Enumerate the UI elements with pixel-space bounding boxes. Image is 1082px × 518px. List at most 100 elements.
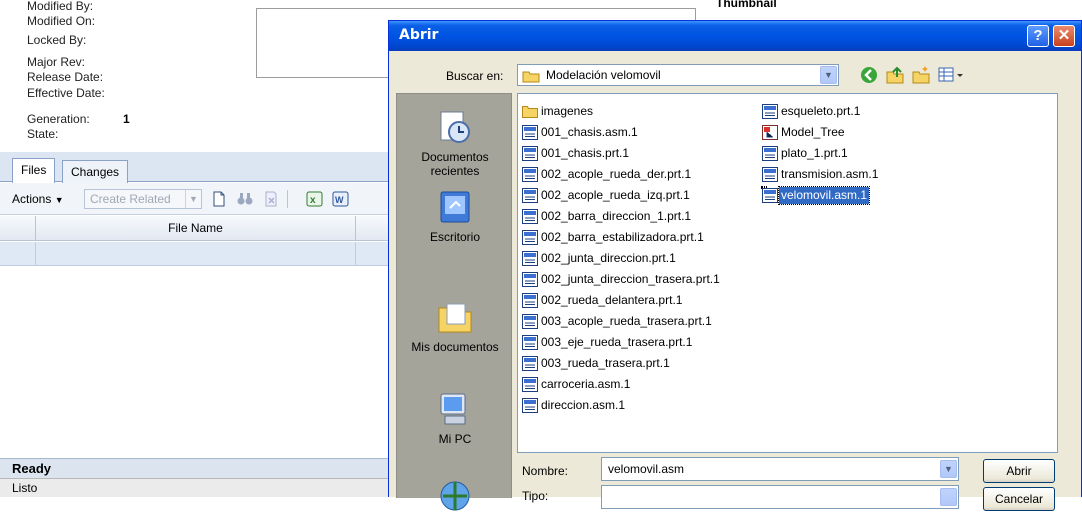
list-item[interactable]: plato_1.prt.1 bbox=[762, 144, 848, 163]
new-file-icon[interactable] bbox=[210, 190, 228, 208]
file-name: imagenes bbox=[541, 104, 594, 118]
binoculars-icon[interactable] bbox=[236, 190, 254, 208]
list-item[interactable]: 003_eje_rueda_trasera.prt.1 bbox=[522, 333, 692, 352]
svg-text:W: W bbox=[335, 195, 344, 205]
file-type-dropdown[interactable] bbox=[601, 485, 959, 509]
generation-value: 1 bbox=[123, 112, 130, 126]
folder-icon bbox=[522, 71, 540, 83]
place-my-computer[interactable]: Mi PC bbox=[397, 390, 513, 446]
look-in-value: Modelación velomovil bbox=[546, 68, 661, 82]
modified-on-label: Modified On: bbox=[27, 14, 96, 28]
actions-menu-button[interactable]: Actions ▼ bbox=[12, 192, 64, 206]
create-related-dropdown[interactable]: Create Related ▼ bbox=[84, 189, 202, 209]
release-date-label: Release Date: bbox=[27, 70, 104, 84]
up-folder-icon[interactable] bbox=[885, 65, 905, 85]
file-name: 001_chasis.prt.1 bbox=[541, 146, 630, 160]
word-icon[interactable]: W bbox=[332, 190, 350, 208]
list-item-selected[interactable]: velomovil.asm.1 bbox=[762, 186, 871, 205]
list-item[interactable]: 002_junta_direccion.prt.1 bbox=[522, 249, 676, 268]
actions-label: Actions bbox=[12, 192, 52, 206]
desktop-icon bbox=[440, 191, 470, 223]
back-icon[interactable] bbox=[859, 65, 879, 85]
list-item[interactable]: 001_chasis.prt.1 bbox=[522, 144, 629, 163]
file-name: 002_acople_rueda_der.prt.1 bbox=[541, 167, 692, 181]
place-recent-documents[interactable]: Documentos recientes bbox=[397, 108, 513, 178]
list-item[interactable]: 002_acople_rueda_der.prt.1 bbox=[522, 165, 691, 184]
list-item[interactable]: esqueleto.prt.1 bbox=[762, 102, 860, 121]
help-button[interactable]: ? bbox=[1027, 25, 1049, 47]
file-name: 002_barra_direccion_1.prt.1 bbox=[541, 209, 692, 223]
cancel-button[interactable]: Cancelar bbox=[983, 487, 1055, 511]
chevron-down-icon: ▼ bbox=[185, 190, 201, 208]
my-computer-icon bbox=[440, 393, 466, 425]
list-item[interactable]: 002_barra_estabilizadora.prt.1 bbox=[522, 228, 704, 247]
list-item[interactable]: 002_rueda_delantera.prt.1 bbox=[522, 291, 682, 310]
chevron-down-icon[interactable]: ▼ bbox=[940, 460, 957, 478]
major-rev-label: Major Rev: bbox=[27, 55, 86, 69]
files-grid-header: File Name bbox=[0, 216, 395, 241]
chevron-down-icon[interactable]: ▼ bbox=[820, 66, 837, 84]
state-label: State: bbox=[27, 127, 59, 141]
place-network[interactable] bbox=[397, 476, 513, 518]
file-name-cell bbox=[36, 242, 356, 266]
file-name: 002_acople_rueda_izq.prt.1 bbox=[541, 188, 690, 202]
list-item[interactable]: 002_acople_rueda_izq.prt.1 bbox=[522, 186, 690, 205]
place-label: Documentos recientes bbox=[421, 150, 489, 178]
list-item[interactable]: 002_barra_direccion_1.prt.1 bbox=[522, 207, 691, 226]
recent-documents-icon bbox=[440, 111, 470, 143]
place-my-documents[interactable]: Mis documentos bbox=[397, 298, 513, 354]
file-name-label: Nombre: bbox=[522, 464, 569, 478]
place-label: Escritorio bbox=[429, 230, 480, 244]
excel-icon[interactable]: x bbox=[306, 190, 324, 208]
place-label: Mi PC bbox=[438, 432, 472, 446]
file-name: 003_eje_rueda_trasera.prt.1 bbox=[541, 335, 693, 349]
thumbnail-label: Thumbnail bbox=[716, 0, 777, 10]
effective-date-label: Effective Date: bbox=[27, 86, 105, 100]
remove-file-icon[interactable] bbox=[262, 190, 280, 208]
list-item[interactable]: 001_chasis.asm.1 bbox=[522, 123, 638, 142]
file-name: 003_acople_rueda_trasera.prt.1 bbox=[541, 314, 712, 328]
list-item[interactable]: Model_Tree bbox=[762, 123, 845, 142]
file-name: transmision.asm.1 bbox=[781, 167, 879, 181]
open-button[interactable]: Abrir bbox=[983, 459, 1055, 483]
toolbar-separator bbox=[287, 190, 288, 208]
list-item[interactable]: 003_acople_rueda_trasera.prt.1 bbox=[522, 312, 712, 331]
generation-label: Generation: bbox=[27, 112, 90, 126]
places-bar: Documentos recientes Escritorio Mis docu… bbox=[396, 93, 513, 511]
file-name: 002_barra_estabilizadora.prt.1 bbox=[541, 230, 704, 244]
svg-text:x: x bbox=[310, 195, 316, 206]
look-in-label: Buscar en: bbox=[446, 69, 504, 83]
new-folder-icon[interactable] bbox=[911, 65, 931, 85]
chevron-down-icon[interactable] bbox=[940, 488, 957, 506]
row-selector-cell bbox=[0, 242, 36, 266]
list-item[interactable]: 003_rueda_trasera.prt.1 bbox=[522, 354, 670, 373]
list-item[interactable]: imagenes bbox=[522, 102, 593, 121]
close-button[interactable]: ✕ bbox=[1053, 25, 1075, 47]
view-menu-icon[interactable] bbox=[937, 65, 965, 85]
locked-by-label: Locked By: bbox=[27, 33, 87, 47]
list-item[interactable]: 002_junta_direccion_trasera.prt.1 bbox=[522, 270, 720, 289]
look-in-dropdown[interactable]: Modelación velomovil ▼ bbox=[517, 64, 839, 86]
file-name: esqueleto.prt.1 bbox=[781, 104, 861, 118]
file-name: 002_rueda_delantera.prt.1 bbox=[541, 293, 683, 307]
tab-strip: Files Changes bbox=[0, 152, 395, 184]
file-name-combobox[interactable]: velomovil.asm ▼ bbox=[601, 457, 959, 481]
dialog-title: Abrir bbox=[399, 27, 439, 43]
tab-files[interactable]: Files bbox=[12, 158, 56, 183]
dialog-titlebar[interactable]: Abrir ? ✕ bbox=[389, 21, 1081, 51]
file-name: velomovil.asm.1 bbox=[777, 186, 871, 205]
file-name: 002_junta_direccion.prt.1 bbox=[541, 251, 676, 265]
list-item[interactable]: direccion.asm.1 bbox=[522, 396, 625, 415]
file-type-label: Tipo: bbox=[522, 489, 549, 503]
file-name: 001_chasis.asm.1 bbox=[541, 125, 638, 139]
place-desktop[interactable]: Escritorio bbox=[397, 188, 513, 244]
tab-changes[interactable]: Changes bbox=[62, 160, 129, 184]
file-name-column-header[interactable]: File Name bbox=[36, 216, 356, 241]
list-item[interactable]: transmision.asm.1 bbox=[762, 165, 878, 184]
file-name-value: velomovil.asm bbox=[608, 462, 685, 476]
file-name: Model_Tree bbox=[781, 125, 845, 139]
list-item[interactable]: carroceria.asm.1 bbox=[522, 375, 630, 394]
file-list[interactable]: imagenes 001_chasis.asm.1 001_chasis.prt.1… bbox=[517, 93, 1058, 453]
table-row[interactable] bbox=[0, 242, 395, 266]
files-toolbar: Actions ▼ Create Related ▼ x W bbox=[0, 183, 395, 215]
